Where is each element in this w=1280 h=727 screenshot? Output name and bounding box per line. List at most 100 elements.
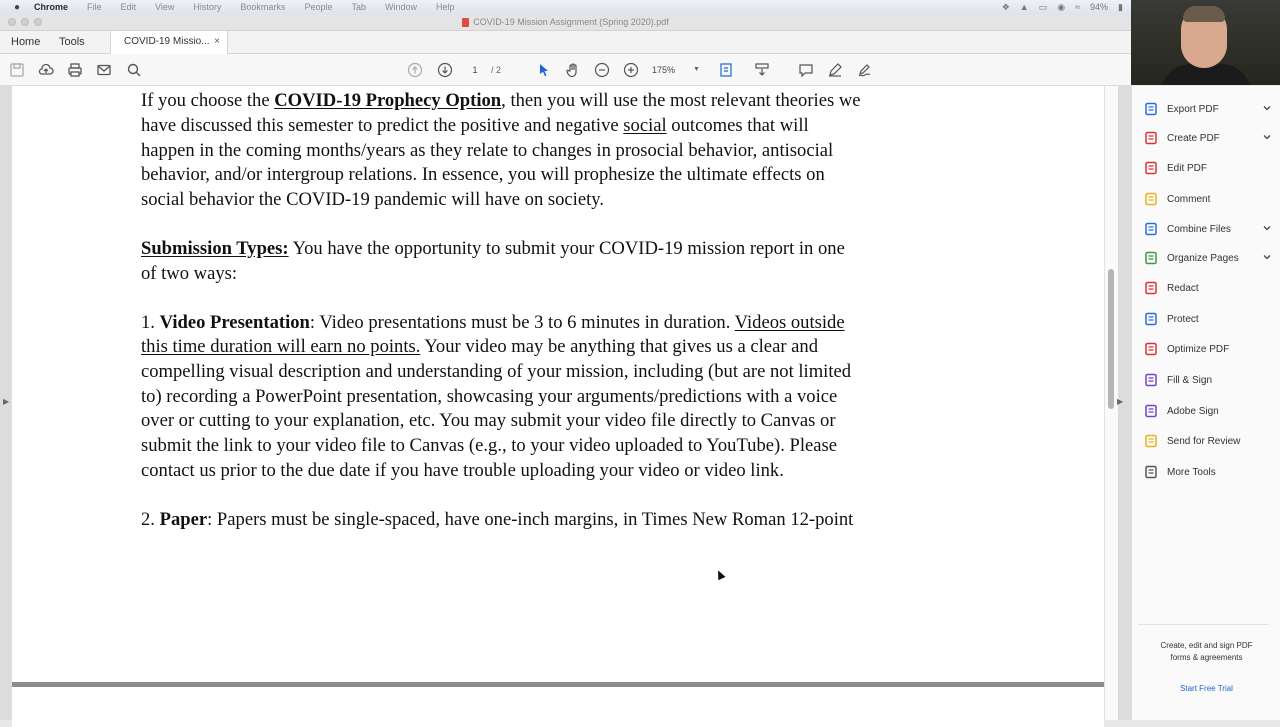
doc-line: have discussed this semester to predict …: [141, 115, 809, 136]
pdf-file-icon: [462, 17, 470, 27]
comment-icon[interactable]: [797, 61, 815, 79]
menu-people[interactable]: People: [304, 2, 332, 12]
menu-bookmarks[interactable]: Bookmarks: [240, 2, 285, 12]
select-cursor-icon[interactable]: [535, 61, 553, 79]
prophecy-option-heading: COVID-19 Prophecy Option: [274, 90, 502, 111]
tool-export-pdf[interactable]: Export PDF: [1144, 98, 1274, 120]
zoom-out-icon[interactable]: [593, 61, 611, 79]
organize-pages-icon: [1144, 251, 1158, 265]
menu-history[interactable]: History: [193, 2, 221, 12]
tool-label: More Tools: [1167, 466, 1216, 478]
apple-menu-icon[interactable]: ●: [0, 2, 34, 13]
zoom-level-value: 175%: [652, 65, 676, 75]
vertical-scrollbar[interactable]: [1104, 86, 1118, 720]
doc-line: submit the link to your video file to Ca…: [141, 435, 837, 456]
sign-icon[interactable]: [856, 61, 874, 79]
menu-window[interactable]: Window: [385, 2, 417, 12]
camera-icon[interactable]: ◉: [1057, 2, 1065, 13]
tool-protect[interactable]: Protect: [1144, 308, 1274, 330]
more-tools-icon: [1144, 465, 1158, 479]
doc-line: of two ways:: [141, 263, 238, 284]
tool-fill-sign[interactable]: Fill & Sign: [1144, 369, 1274, 391]
zoom-in-icon[interactable]: [622, 61, 640, 79]
drive-icon[interactable]: ▲: [1020, 2, 1029, 12]
doc-line: compelling visual description and unders…: [141, 361, 852, 382]
combine-files-icon: [1144, 222, 1158, 236]
doc-line: happen in the coming months/years as the…: [141, 140, 834, 161]
menu-edit[interactable]: Edit: [121, 2, 137, 12]
optimize-pdf-icon: [1144, 342, 1158, 356]
menu-file[interactable]: File: [87, 2, 102, 12]
save-icon[interactable]: [8, 61, 26, 79]
scrollbar-thumb[interactable]: [1108, 269, 1114, 409]
tool-label: Fill & Sign: [1167, 374, 1213, 386]
chevron-down-icon[interactable]: [1262, 223, 1272, 233]
status-icons: ❖ ▲ ▭ ◉ ≈ 94% ▮: [1002, 0, 1123, 14]
chevron-down-icon[interactable]: [1262, 252, 1272, 262]
tab-document-label: COVID-19 Missio...: [124, 36, 210, 47]
dropbox-icon[interactable]: ❖: [1002, 2, 1010, 13]
doc-line: contact us prior to the due date if you …: [141, 460, 784, 481]
tool-more-tools[interactable]: More Tools: [1144, 461, 1274, 483]
tool-send-for-review[interactable]: Send for Review: [1144, 430, 1274, 452]
prev-page-icon[interactable]: [406, 61, 424, 79]
tool-label: Combine Files: [1167, 223, 1231, 235]
airplay-icon[interactable]: ▭: [1039, 2, 1048, 13]
zoom-level-select[interactable]: 175% ▼: [652, 63, 704, 77]
tool-optimize-pdf[interactable]: Optimize PDF: [1144, 338, 1274, 360]
doc-line: to) recording a PowerPoint presentation,…: [141, 386, 838, 407]
start-free-trial-link[interactable]: Start Free Trial: [1138, 684, 1275, 693]
tool-label: Redact: [1167, 282, 1199, 294]
tool-redact[interactable]: Redact: [1144, 277, 1274, 299]
page-total: / 2: [491, 65, 502, 75]
menu-view[interactable]: View: [155, 2, 174, 12]
tool-organize-pages[interactable]: Organize Pages: [1144, 247, 1274, 269]
doc-line: behavior, and/or intergroup relations. I…: [141, 164, 825, 185]
social-underlined: social: [623, 115, 667, 136]
tool-adobe-sign[interactable]: Adobe Sign: [1144, 400, 1274, 422]
chevron-down-icon[interactable]: [1262, 132, 1272, 142]
left-panel-toggle-icon[interactable]: ▶: [3, 397, 9, 406]
toolbar: 1 / 2 175% ▼: [0, 54, 1131, 86]
tool-label: Create PDF: [1167, 132, 1220, 144]
tool-label: Optimize PDF: [1167, 343, 1230, 355]
search-icon[interactable]: [125, 61, 143, 79]
tool-edit-pdf[interactable]: Edit PDF: [1144, 157, 1274, 179]
scroll-mode-icon[interactable]: [753, 61, 771, 79]
menu-help[interactable]: Help: [436, 2, 455, 12]
document-viewport[interactable]: ▶ If you choose the COVID-19 Prophecy Op…: [0, 86, 1131, 727]
close-window-button[interactable]: [8, 18, 16, 26]
tool-create-pdf[interactable]: Create PDF: [1144, 127, 1274, 149]
tool-comment[interactable]: Comment: [1144, 188, 1274, 210]
doc-line: 2. Paper: Papers must be single-spaced, …: [141, 509, 854, 530]
tool-combine-files[interactable]: Combine Files: [1144, 218, 1274, 240]
battery-icon[interactable]: ▮: [1118, 2, 1123, 13]
create-pdf-icon: [1144, 131, 1158, 145]
wifi-icon[interactable]: ≈: [1075, 2, 1080, 12]
print-icon[interactable]: [66, 61, 84, 79]
tab-tools[interactable]: Tools: [59, 31, 85, 54]
right-panel-toggle-icon[interactable]: ▶: [1117, 397, 1123, 406]
close-tab-icon[interactable]: ×: [214, 31, 220, 53]
next-page-icon[interactable]: [436, 61, 454, 79]
zoom-window-button[interactable]: [34, 18, 42, 26]
menu-tab[interactable]: Tab: [351, 2, 366, 12]
page-number-input[interactable]: 1: [464, 63, 486, 77]
pen-icon[interactable]: [826, 61, 844, 79]
hand-icon[interactable]: [564, 61, 582, 79]
submission-types-heading: Submission Types:: [141, 238, 289, 259]
tab-home[interactable]: Home: [11, 31, 40, 54]
mail-icon[interactable]: [95, 61, 113, 79]
pdf-page: If you choose the COVID-19 Prophecy Opti…: [12, 86, 1104, 682]
battery-level[interactable]: 94%: [1090, 2, 1108, 12]
tool-label: Protect: [1167, 313, 1199, 325]
chevron-down-icon[interactable]: [1262, 103, 1272, 113]
upload-icon[interactable]: [37, 61, 55, 79]
redact-icon: [1144, 281, 1158, 295]
minimize-window-button[interactable]: [21, 18, 29, 26]
fit-page-icon[interactable]: [717, 61, 735, 79]
promo-line-1: Create, edit and sign PDF: [1160, 641, 1253, 650]
export-pdf-icon: [1144, 102, 1158, 116]
menu-chrome[interactable]: Chrome: [34, 2, 68, 12]
tab-document[interactable]: COVID-19 Missio... ×: [110, 31, 228, 55]
